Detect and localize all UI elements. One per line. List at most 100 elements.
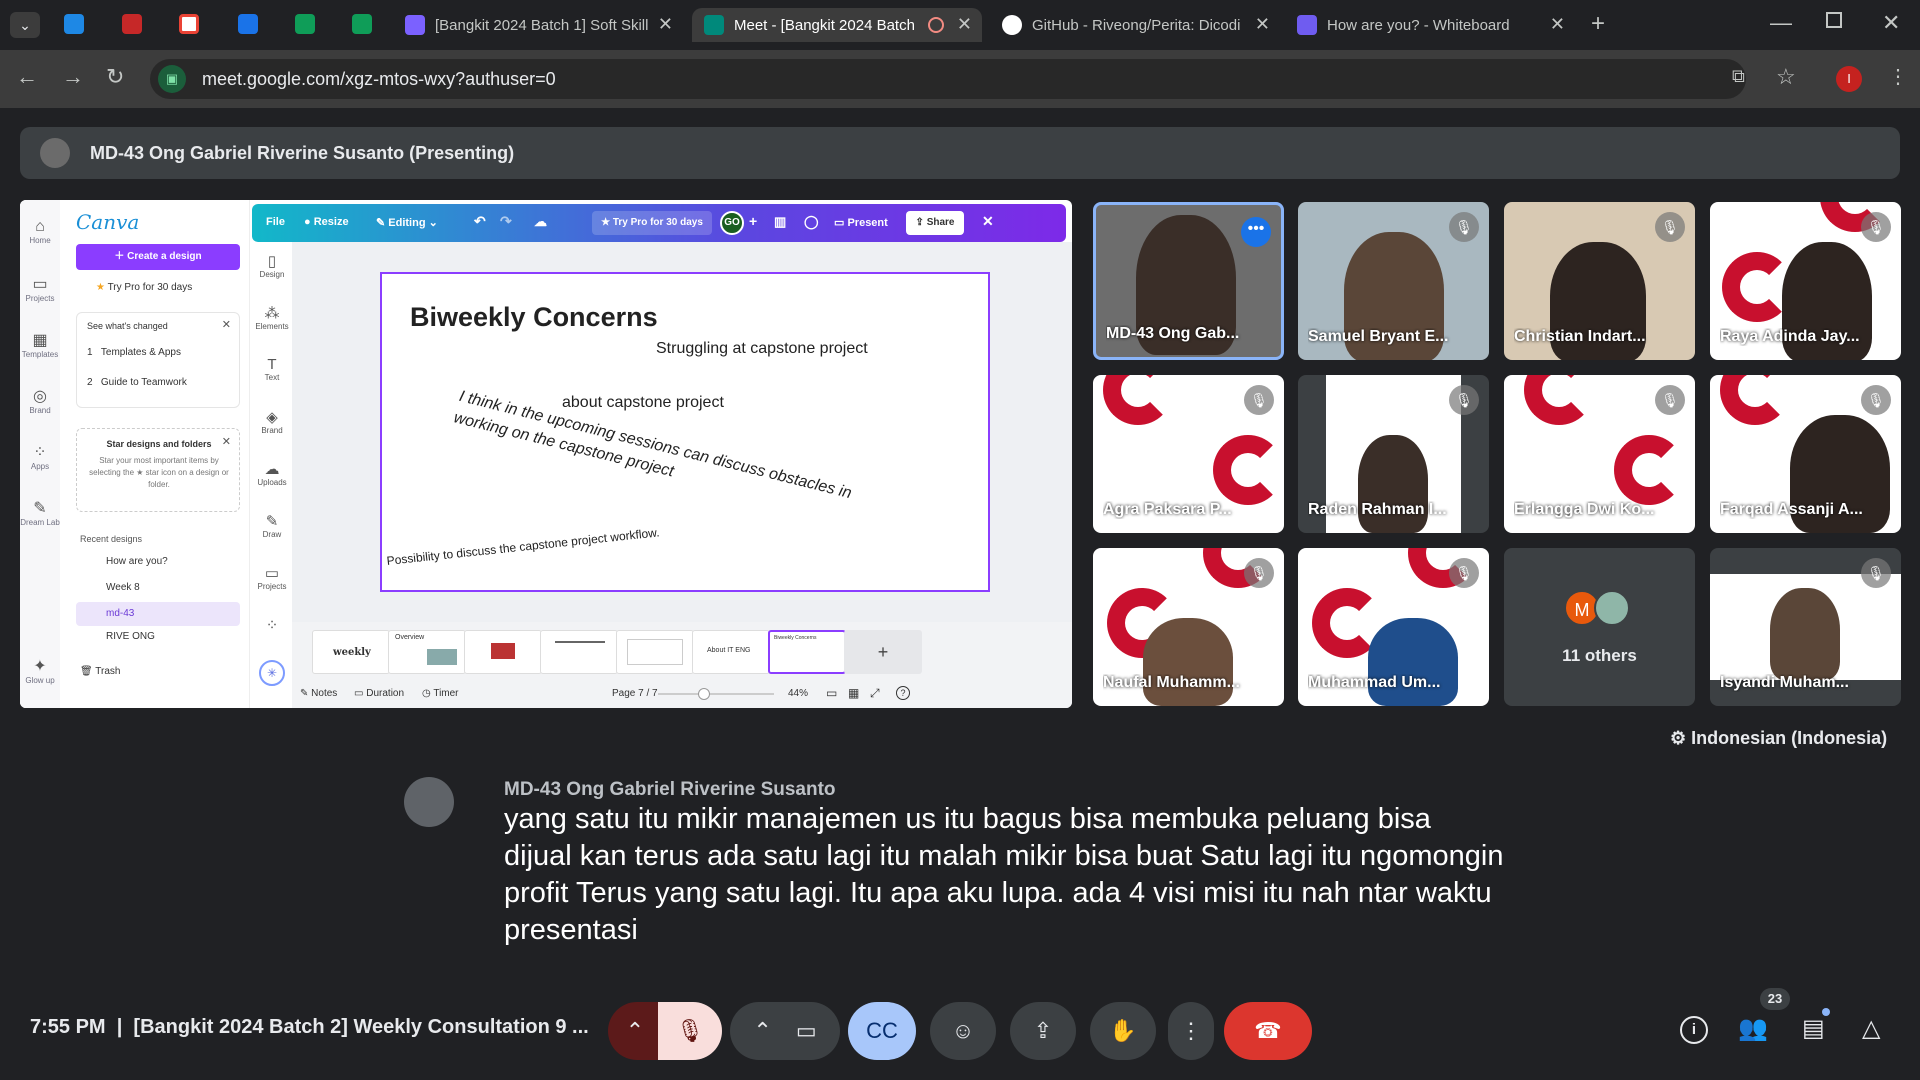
back-icon[interactable]: ← [16,64,38,90]
pinned-tab-app-icon[interactable] [122,14,142,34]
url-field[interactable]: ▣ meet.google.com/xgz-mtos-wxy?authuser=… [150,59,1746,99]
duration-button[interactable]: ▭ Duration [354,688,404,699]
create-design-button[interactable]: ＋ Create a design [76,244,240,270]
restore-icon[interactable] [1826,12,1842,28]
comment-icon[interactable]: ◯ [804,214,819,230]
participant-tile[interactable]: 🎙 Isyandi Muham... [1710,548,1901,706]
camera-button[interactable]: ⌃ ▭ [730,1002,840,1060]
participant-tile[interactable]: 🎙 Erlangga Dwi Ko... [1504,375,1695,533]
insights-icon[interactable]: ▥ [774,214,786,230]
tool-apps[interactable]: ⁘ [252,616,292,634]
zoom-slider-thumb[interactable] [698,688,710,700]
tab-search-icon[interactable]: ⌄ [10,12,40,38]
tool-draw[interactable]: ✎ Draw [252,512,292,539]
activities-icon[interactable]: △ [1862,1014,1880,1043]
close-tab-icon[interactable]: ✕ [658,14,673,35]
recent-design-item[interactable]: How are you? [76,550,240,574]
slide-text[interactable]: Struggling at capstone project [656,340,868,358]
recent-design-item[interactable]: RIVE ONG [76,628,240,646]
tool-brand[interactable]: ◈ Brand [252,408,292,435]
participant-tile[interactable]: 🎙 Farqad Assanji A... [1710,375,1901,533]
trash-link[interactable]: 🗑 Trash [80,666,121,677]
pinned-tab-classroom-icon[interactable] [64,14,84,34]
view-icon[interactable]: ▭ [826,686,837,700]
participant-tile[interactable]: 🎙 Samuel Bryant E... [1298,202,1489,360]
page-thumb[interactable] [540,630,618,674]
page-thumb[interactable] [616,630,694,674]
slide-text[interactable]: Possibility to discuss the capstone proj… [386,525,660,568]
timer-button[interactable]: ◷ Timer [422,688,459,699]
people-icon[interactable]: 👥 [1738,1014,1768,1043]
try-pro-button[interactable]: ★ Try Pro for 30 days [592,211,712,235]
close-window-icon[interactable]: ✕ [1882,10,1900,36]
resize-button[interactable]: ● Resize [304,216,349,228]
forward-icon[interactable]: → [62,64,84,90]
chat-icon[interactable]: ▤ [1802,1014,1825,1043]
rail-glow-up[interactable]: ✦ Glow up [20,656,60,685]
grid-view-icon[interactable]: ▦ [848,686,859,700]
present-screen-button[interactable]: ⇪ [1010,1002,1076,1060]
tool-uploads[interactable]: ☁ Uploads [252,460,292,487]
slide-text[interactable]: about capstone project [562,394,724,412]
participant-tile[interactable]: 🎙 Christian Indart... [1504,202,1695,360]
profile-avatar[interactable]: I [1836,66,1862,92]
tool-projects[interactable]: ▭ Projects [252,564,292,591]
tool-text[interactable]: T Text [252,356,292,382]
bookmark-star-icon[interactable]: ☆ [1776,64,1796,90]
participant-tile[interactable]: ••• MD-43 Ong Gab... [1093,202,1284,360]
editing-dropdown[interactable]: ✎ Editing ⌄ [376,216,438,229]
raise-hand-button[interactable]: ✋ [1090,1002,1156,1060]
tab-github[interactable]: GitHub - Riveong/Perita: Dicodi ✕ [990,8,1280,42]
slide[interactable]: Biweekly Concerns Struggling at capstone… [380,272,990,592]
share-button[interactable]: ⇪ Share [906,211,964,235]
participant-tile[interactable]: 🎙 Naufal Muhamm... [1093,548,1284,706]
close-icon[interactable]: ✕ [222,318,231,331]
user-avatar[interactable]: GO [720,211,744,235]
page-thumb[interactable]: weekly [312,630,390,674]
recent-design-item[interactable]: md-43 [76,602,240,626]
site-info-icon[interactable]: ▣ [158,65,186,93]
new-tab-button[interactable]: + [1591,10,1605,38]
canva-logo[interactable]: Canva [76,210,139,234]
microphone-button[interactable]: 🎙 [658,1002,722,1060]
page-thumb-active[interactable]: Biweekly Concerns [768,630,846,674]
tab-meet[interactable]: Meet - [Bangkit 2024 Batch ✕ [692,8,982,42]
change-item[interactable]: 2 Guide to Teamwork [87,377,187,388]
undo-icon[interactable]: ↶ [474,213,486,230]
meeting-details-icon[interactable]: i [1680,1016,1708,1044]
tool-design[interactable]: ▯ Design [252,252,292,279]
page-thumb[interactable]: About IT ENG [692,630,770,674]
participant-tile[interactable]: 🎙 Muhammad Um... [1298,548,1489,706]
pinned-tab-calendar-icon[interactable] [238,14,258,34]
tab-whiteboard[interactable]: How are you? - Whiteboard ✕ [1285,8,1575,42]
close-icon[interactable]: ✕ [222,435,231,448]
caption-language-selector[interactable]: ⚙ Indonesian (Indonesia) [1670,728,1887,749]
slide-title[interactable]: Biweekly Concerns [410,302,658,333]
close-tab-icon[interactable]: ✕ [957,14,972,35]
leave-call-button[interactable]: ☎ [1224,1002,1312,1060]
zoom-level[interactable]: 44% [788,688,808,699]
tool-elements[interactable]: ⁂ Elements [252,304,292,331]
translate-icon[interactable]: ⧉ [1732,66,1745,87]
reactions-button[interactable]: ☺ [930,1002,996,1060]
reload-icon[interactable]: ↻ [106,64,124,90]
pinned-tab-gmail-icon[interactable] [179,14,199,34]
participant-tile[interactable]: 🎙 Agra Paksara P... [1093,375,1284,533]
pinned-tab-sheets-icon[interactable] [295,14,315,34]
close-tab-icon[interactable]: ✕ [1255,14,1270,35]
zoom-slider[interactable] [658,688,774,700]
rail-home[interactable]: ⌂ Home [20,218,60,245]
rail-brand[interactable]: ◎ Brand [20,386,60,415]
menu-kebab-icon[interactable]: ⋮ [1888,64,1908,89]
add-collaborator-icon[interactable]: + [749,213,757,229]
others-tile[interactable]: M 11 others [1504,548,1695,706]
tab-soft-skill[interactable]: [Bangkit 2024 Batch 1] Soft Skill ✕ [393,8,683,42]
help-icon[interactable]: ? [896,686,910,700]
close-tab-icon[interactable]: ✕ [1550,14,1565,35]
more-options-button[interactable]: ⋮ [1168,1002,1214,1060]
recent-design-item[interactable]: Week 8 [76,576,240,600]
page-thumb[interactable]: Overview [388,630,466,674]
page-thumb[interactable] [464,630,542,674]
participant-tile[interactable]: 🎙 Raden Rahman I... [1298,375,1489,533]
change-item[interactable]: 1 Templates & Apps [87,347,181,358]
